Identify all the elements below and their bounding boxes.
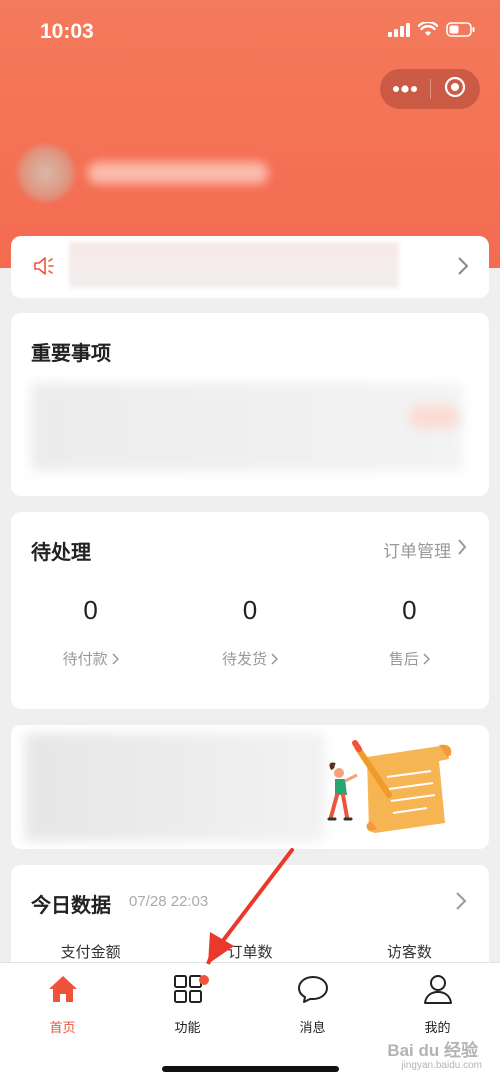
pending-payment[interactable]: 0 待付款 [11, 590, 170, 669]
tab-home-label: 首页 [49, 1020, 76, 1035]
notification-badge [198, 975, 209, 985]
tab-functions[interactable]: 功能 [125, 973, 250, 1041]
wifi-icon [417, 20, 439, 42]
status-icons [388, 20, 476, 42]
tab-functions-label: 功能 [174, 1020, 201, 1035]
tab-home[interactable]: 首页 [0, 973, 125, 1041]
status-bar: 10:03 [0, 0, 500, 62]
watermark-url: jingyan.baidu.com [401, 1060, 482, 1071]
person-icon [423, 973, 453, 1010]
home-indicator [162, 1066, 339, 1072]
chevron-right-icon [271, 652, 278, 665]
pending-payment-label: 待付款 [62, 651, 108, 668]
illustration-writing-icon [327, 737, 467, 842]
speaker-icon [33, 255, 57, 282]
battery-icon [446, 22, 476, 42]
important-action-blurred[interactable] [409, 405, 459, 429]
after-sales-count: 0 [402, 595, 417, 625]
watermark: Bai du 经验 [387, 1041, 478, 1060]
grid-icon [173, 974, 203, 1009]
shop-name-blurred [88, 162, 268, 184]
pending-title: 待处理 [31, 542, 91, 564]
after-sales[interactable]: 0 售后 [330, 590, 489, 669]
status-time: 10:03 [40, 20, 94, 43]
close-mini-program-button[interactable] [431, 69, 481, 109]
home-icon [47, 974, 79, 1009]
chevron-right-icon [455, 891, 467, 916]
important-items-card: 重要事项 [11, 313, 489, 496]
after-sales-label: 售后 [388, 651, 419, 668]
tab-messages[interactable]: 消息 [250, 973, 375, 1041]
order-management-label: 订单管理 [383, 542, 451, 561]
chevron-right-icon [457, 256, 469, 281]
pending-shipment-label: 待发货 [221, 651, 267, 668]
shop-profile[interactable] [18, 145, 268, 201]
more-dots-icon [392, 80, 418, 98]
chat-bubble-icon [297, 974, 329, 1009]
chevron-right-icon [457, 538, 467, 561]
signal-icon [388, 22, 410, 42]
notice-text-blurred [69, 242, 399, 288]
order-management-link[interactable]: 订单管理 [383, 537, 467, 562]
pending-payment-count: 0 [83, 595, 98, 625]
tab-mine-label: 我的 [424, 1020, 451, 1035]
annotation-arrow-icon [206, 848, 294, 965]
promo-text-blurred [25, 733, 325, 841]
pending-card: 待处理 订单管理 0 待付款 0 待发货 0 售后 [11, 512, 489, 709]
chevron-right-icon [423, 652, 430, 665]
promo-banner[interactable] [11, 725, 489, 849]
avatar [18, 145, 74, 201]
metric-payment-amount: 支付金额 [60, 944, 121, 961]
tab-mine[interactable]: 我的 [375, 973, 500, 1041]
important-title: 重要事项 [31, 343, 111, 365]
more-button[interactable] [380, 69, 430, 109]
metric-visitor-count: 访客数 [386, 944, 432, 961]
mini-program-capsule [380, 69, 480, 109]
chevron-right-icon [112, 652, 119, 665]
pending-shipment-count: 0 [242, 595, 258, 625]
today-title: 今日数据 [31, 895, 111, 917]
notice-card[interactable] [11, 236, 489, 298]
tab-messages-label: 消息 [299, 1020, 326, 1035]
target-circle-icon [444, 76, 466, 103]
pending-shipment[interactable]: 0 待发货 [170, 590, 329, 669]
pending-stats: 0 待付款 0 待发货 0 售后 [11, 590, 489, 669]
important-content-blurred [31, 383, 463, 471]
